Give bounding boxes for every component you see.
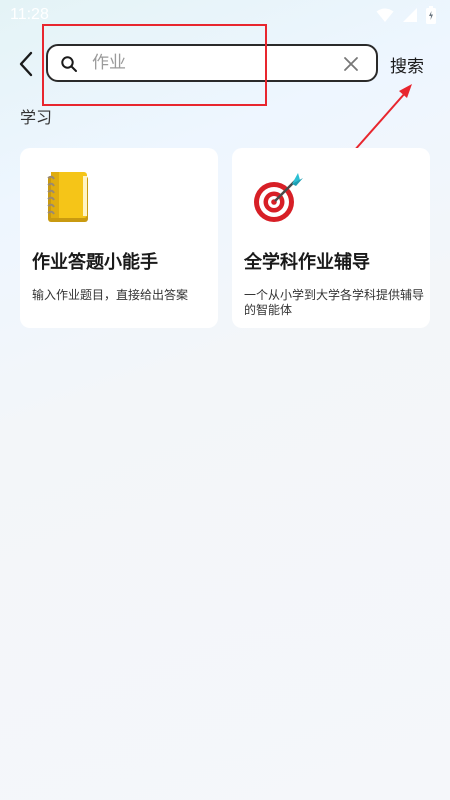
card-title: 作业答题小能手 xyxy=(32,252,158,273)
search-icon xyxy=(61,56,77,72)
dart-target-icon xyxy=(254,173,303,222)
card-description: 输入作业题目，直接给出答案 xyxy=(32,288,189,302)
card-title: 全学科作业辅导 xyxy=(244,252,370,273)
annotation-arrow xyxy=(345,84,412,161)
clear-icon[interactable] xyxy=(342,55,360,73)
card-description: 一个从小学到大学各学科提供辅导的智能体 xyxy=(244,288,425,317)
status-icons xyxy=(376,6,436,24)
section-title-study: 学习 xyxy=(20,108,53,127)
battery-icon xyxy=(426,6,436,24)
search-field[interactable] xyxy=(46,44,378,82)
wifi-icon xyxy=(376,8,394,22)
signal-icon xyxy=(403,8,417,22)
status-time: 11:28 xyxy=(10,6,49,23)
search-input[interactable] xyxy=(92,50,332,76)
notebook-icon xyxy=(47,172,88,222)
agent-card-all-subject-tutor[interactable]: 全学科作业辅导 一个从小学到大学各学科提供辅导的智能体 xyxy=(232,148,430,328)
back-arrow-icon[interactable] xyxy=(14,50,42,78)
agent-card-homework-helper[interactable]: 作业答题小能手 输入作业题目，直接给出答案 xyxy=(20,148,218,328)
search-button[interactable]: 搜索 xyxy=(390,52,424,77)
status-bar: 11:28 xyxy=(0,0,450,32)
search-toolbar: 搜索 xyxy=(0,40,450,92)
